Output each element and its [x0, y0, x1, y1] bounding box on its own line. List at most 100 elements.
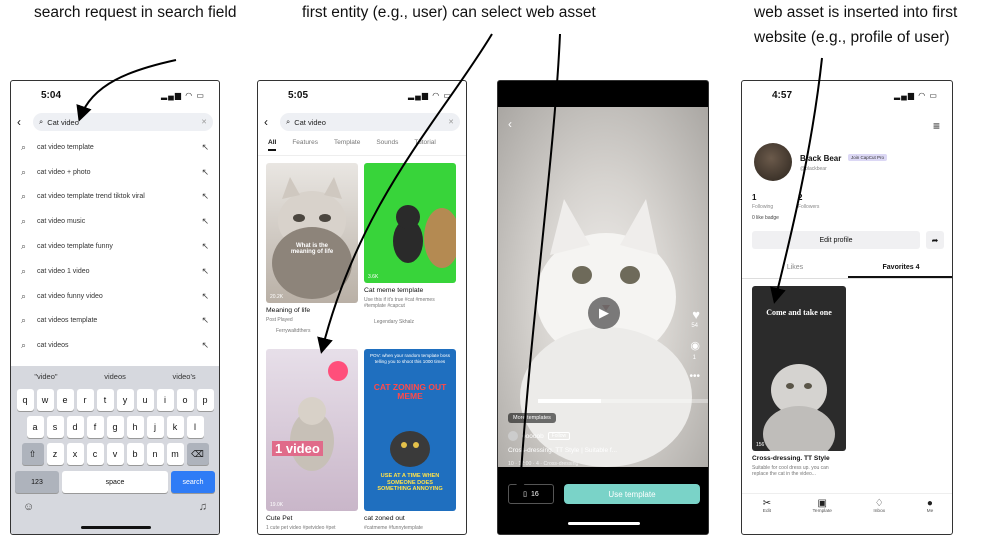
key-d[interactable]: d: [66, 416, 84, 438]
numbers-key[interactable]: 123: [15, 471, 59, 493]
key-x[interactable]: x: [66, 443, 84, 465]
key-g[interactable]: g: [106, 416, 124, 438]
follow-button[interactable]: Follow: [547, 432, 571, 440]
fill-arrow-icon[interactable]: ↖: [201, 167, 209, 178]
microphone-icon[interactable]: ♫: [199, 501, 207, 513]
key-n[interactable]: n: [146, 443, 164, 465]
fill-arrow-icon[interactable]: ↖: [201, 315, 209, 326]
search-input[interactable]: ⌕ Cat video ✕: [33, 113, 213, 131]
share-icon[interactable]: ➦: [926, 231, 944, 249]
shift-key-icon[interactable]: ⇧: [21, 443, 44, 465]
suggestion-item[interactable]: ⌕ cat video template ↖: [11, 135, 219, 160]
author-name[interactable]: ooooob: [522, 433, 544, 440]
key-l[interactable]: l: [186, 416, 204, 438]
tab-favorites[interactable]: Favorites 4: [848, 259, 952, 278]
fill-arrow-icon[interactable]: ↖: [201, 340, 209, 351]
play-button-icon[interactable]: ▶: [588, 297, 620, 329]
prediction-2[interactable]: videos: [104, 372, 126, 381]
back-arrow-icon[interactable]: ‹: [508, 117, 512, 131]
caption-insert-asset-2: website (e.g., profile of user): [754, 29, 950, 46]
back-arrow-icon[interactable]: ‹: [264, 115, 274, 129]
result-card-cute-pet[interactable]: 1 video 19.0K: [266, 349, 358, 511]
fill-arrow-icon[interactable]: ↖: [201, 191, 209, 202]
fill-arrow-icon[interactable]: ↖: [201, 241, 209, 252]
nav-inbox[interactable]: ♢ Inbox: [873, 498, 885, 534]
favorite-tile[interactable]: Come and take one 156: [752, 286, 846, 451]
key-j[interactable]: j: [146, 416, 164, 438]
following-count[interactable]: 1: [752, 193, 756, 202]
clear-icon[interactable]: ✕: [448, 118, 454, 126]
menu-icon[interactable]: ≡: [933, 119, 940, 133]
fill-arrow-icon[interactable]: ↖: [201, 266, 209, 277]
suggestion-item[interactable]: ⌕ cat videos ↖: [11, 333, 219, 358]
fill-arrow-icon[interactable]: ↖: [201, 142, 209, 153]
suggestion-item[interactable]: ⌕ cat video template trend tiktok viral ↖: [11, 185, 219, 210]
use-template-button[interactable]: Use template: [564, 484, 700, 504]
tab-all[interactable]: All: [268, 139, 277, 151]
nav-template[interactable]: ▣ Template: [813, 498, 832, 534]
clear-icon[interactable]: ✕: [201, 118, 207, 126]
key-r[interactable]: r: [76, 389, 94, 411]
suggestion-item[interactable]: ⌕ cat video funny video ↖: [11, 284, 219, 309]
fill-arrow-icon[interactable]: ↖: [201, 291, 209, 302]
key-i[interactable]: i: [156, 389, 174, 411]
pro-badge[interactable]: Join CapCut Pro: [848, 154, 888, 161]
suggestion-item[interactable]: ⌕ cat video + photo ↖: [11, 160, 219, 185]
key-b[interactable]: b: [126, 443, 144, 465]
tab-features[interactable]: Features: [292, 139, 318, 151]
tab-tutorial[interactable]: Tutorial: [414, 139, 435, 151]
comment-icon[interactable]: ◉: [690, 339, 700, 352]
suggestion-item[interactable]: ⌕ cat video template funny ↖: [11, 234, 219, 259]
more-templates-chip[interactable]: More templates: [508, 413, 556, 423]
key-t[interactable]: t: [96, 389, 114, 411]
key-k[interactable]: k: [166, 416, 184, 438]
nav-edit[interactable]: ✂ Edit: [763, 498, 771, 534]
template-description: Cross-dressing. TT Style | Suitable f...: [508, 447, 618, 454]
search-input[interactable]: ⌕ Cat video ✕: [280, 113, 460, 131]
key-v[interactable]: v: [106, 443, 124, 465]
suggestion-item[interactable]: ⌕ cat video music ↖: [11, 209, 219, 234]
emoji-icon[interactable]: ☺: [23, 501, 34, 513]
search-key[interactable]: search: [171, 471, 215, 493]
prediction-3[interactable]: video's: [173, 372, 196, 381]
followers-count[interactable]: 2: [798, 193, 802, 202]
key-w[interactable]: w: [36, 389, 54, 411]
tab-likes[interactable]: Likes: [742, 259, 848, 278]
key-o[interactable]: o: [176, 389, 194, 411]
key-f[interactable]: f: [86, 416, 104, 438]
backspace-key-icon[interactable]: ⌫: [186, 443, 209, 465]
key-y[interactable]: y: [116, 389, 134, 411]
key-z[interactable]: z: [46, 443, 64, 465]
result-card-cat-meme[interactable]: 3.6K: [364, 163, 456, 283]
key-q[interactable]: q: [16, 389, 34, 411]
suggestion-text: cat videos template: [37, 317, 98, 325]
key-p[interactable]: p: [196, 389, 214, 411]
author-avatar[interactable]: [508, 431, 518, 441]
fill-arrow-icon[interactable]: ↖: [201, 216, 209, 227]
key-e[interactable]: e: [56, 389, 74, 411]
result-card-cat-zoned-out[interactable]: POV: when your random template boss tell…: [364, 349, 456, 511]
space-key[interactable]: space: [62, 471, 168, 493]
back-arrow-icon[interactable]: ‹: [17, 115, 27, 129]
result-card-meaning-of-life[interactable]: What is the meaning of life 20.2K: [266, 163, 358, 303]
key-u[interactable]: u: [136, 389, 154, 411]
more-icon[interactable]: •••: [689, 371, 700, 382]
prediction-1[interactable]: "video": [34, 372, 57, 381]
key-a[interactable]: a: [26, 416, 44, 438]
key-m[interactable]: m: [166, 443, 184, 465]
suggestion-item[interactable]: ⌕ cat video 1 video ↖: [11, 259, 219, 284]
card-play-count: 3.6K: [368, 274, 379, 280]
key-h[interactable]: h: [126, 416, 144, 438]
edit-profile-button[interactable]: Edit profile: [752, 231, 920, 249]
like-heart-icon[interactable]: ♥: [692, 307, 700, 322]
tab-sounds[interactable]: Sounds: [376, 139, 398, 151]
profile-avatar[interactable]: [754, 143, 792, 181]
tab-template[interactable]: Template: [334, 139, 360, 151]
nav-me[interactable]: ● Me: [927, 498, 934, 534]
save-button[interactable]: ▯ 16: [508, 484, 554, 504]
video-progress-bar[interactable]: [538, 399, 708, 403]
key-s[interactable]: s: [46, 416, 64, 438]
key-c[interactable]: c: [86, 443, 104, 465]
suggestion-text: cat video funny video: [37, 292, 103, 300]
suggestion-item[interactable]: ⌕ cat videos template ↖: [11, 309, 219, 334]
